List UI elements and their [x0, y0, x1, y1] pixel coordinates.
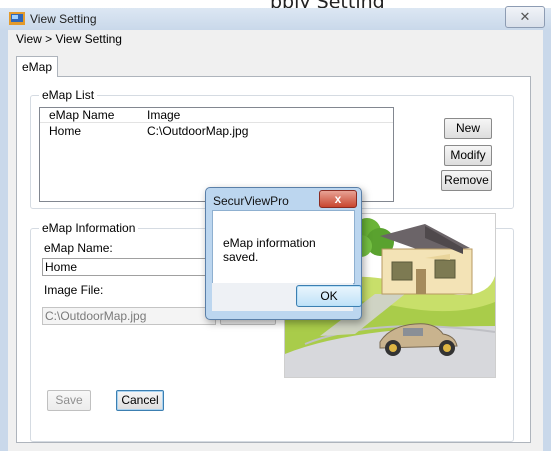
list-item-image: C:\OutdoorMap.jpg: [147, 124, 249, 138]
emap-list-legend: eMap List: [39, 88, 98, 102]
modify-button[interactable]: Modify: [444, 145, 492, 166]
window-titlebar: View Setting ✕: [0, 6, 551, 31]
emap-information-legend: eMap Information: [39, 221, 139, 235]
dialog-close-button[interactable]: x: [319, 190, 357, 208]
dialog-title: SecurViewPro: [213, 194, 289, 208]
app-icon: [9, 12, 25, 25]
cancel-button[interactable]: Cancel: [116, 390, 164, 411]
list-header: eMap Name Image: [40, 108, 393, 123]
breadcrumb: View > View Setting: [16, 32, 122, 46]
window-title: View Setting: [30, 12, 97, 26]
tab-emap[interactable]: eMap: [16, 56, 58, 77]
window-close-button[interactable]: ✕: [505, 6, 545, 28]
window-right-border: [543, 30, 551, 451]
dialog-footer: OK: [212, 283, 362, 311]
image-file-label: Image File:: [44, 283, 104, 297]
window-left-border: [0, 30, 8, 451]
message-dialog: SecurViewPro x eMap information saved. O…: [205, 187, 362, 320]
dialog-message: eMap information saved.: [223, 236, 316, 264]
column-header-emap-name[interactable]: eMap Name: [49, 108, 114, 122]
new-button[interactable]: New: [444, 118, 492, 139]
image-file-field[interactable]: C:\OutdoorMap.jpg: [42, 307, 216, 325]
emap-name-label: eMap Name:: [44, 241, 113, 255]
list-item[interactable]: Home C:\OutdoorMap.jpg: [40, 124, 393, 138]
list-item-name: Home: [49, 124, 82, 138]
remove-button[interactable]: Remove: [441, 170, 492, 191]
save-button[interactable]: Save: [47, 390, 91, 411]
column-header-image[interactable]: Image: [147, 108, 180, 122]
dialog-body: eMap information saved.: [212, 210, 355, 284]
ok-button[interactable]: OK: [296, 285, 362, 307]
